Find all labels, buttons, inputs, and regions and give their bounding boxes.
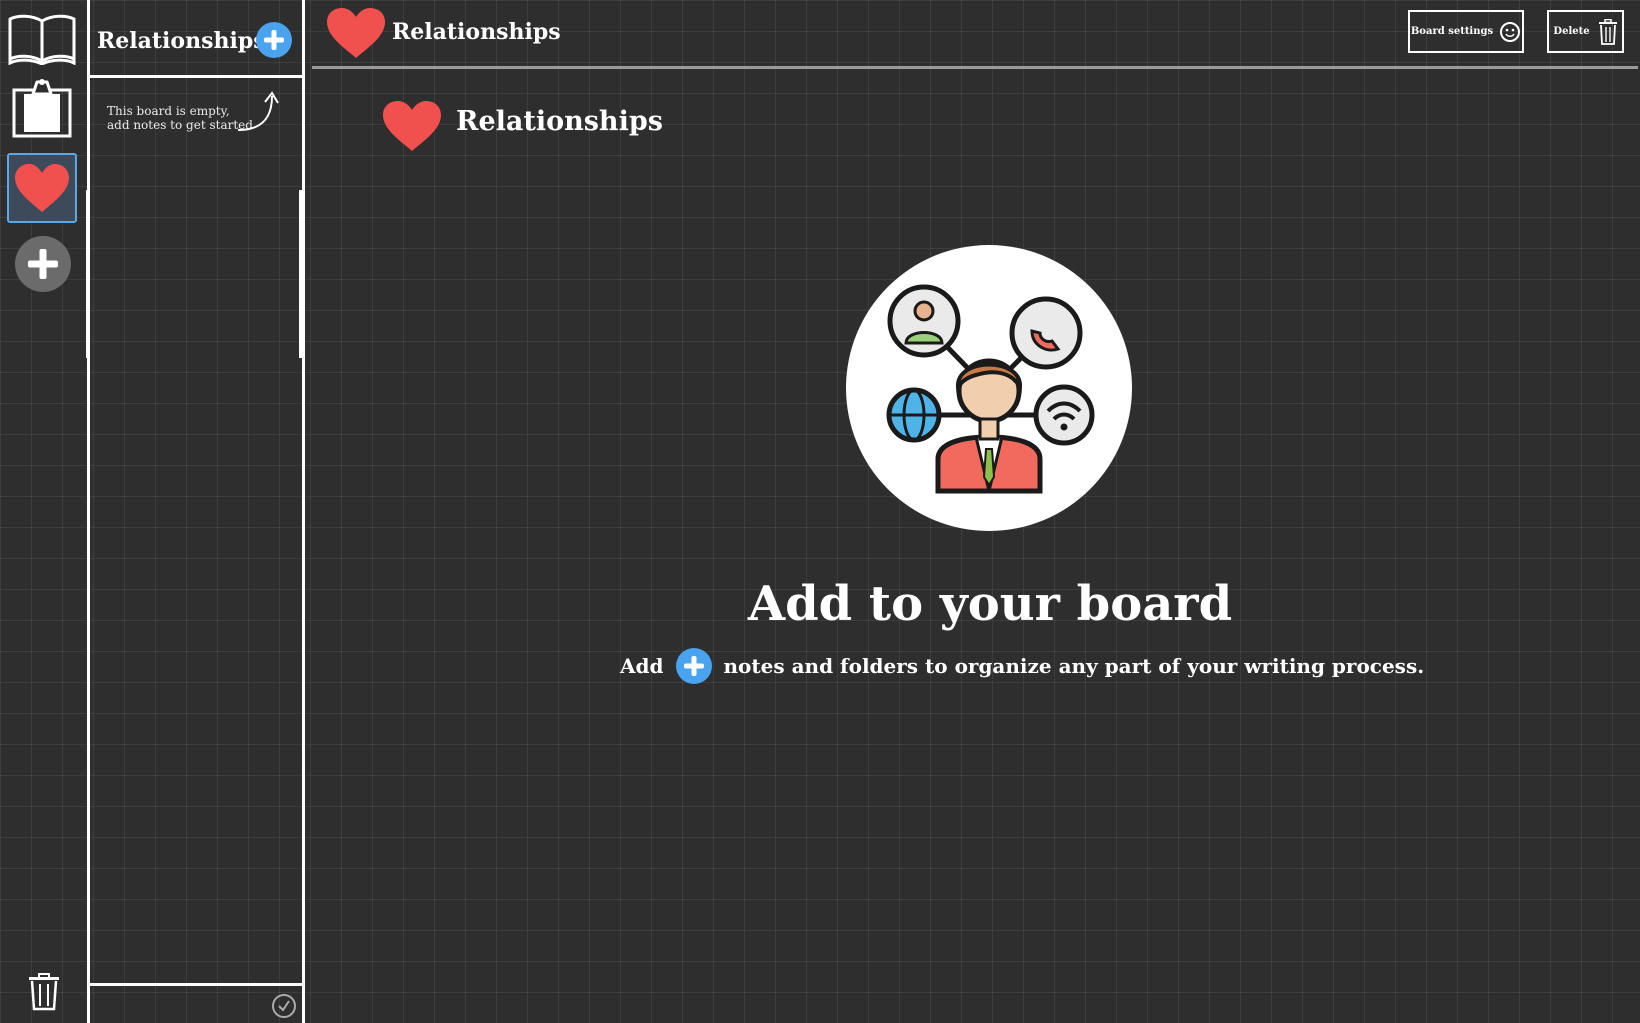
panel-footer-divider bbox=[90, 983, 302, 986]
header-title: Relationships bbox=[392, 19, 561, 45]
empty-state-subtitle: Add notes and folders to organize any pa… bbox=[620, 646, 1440, 686]
delete-board-button[interactable]: Delete bbox=[1547, 10, 1624, 53]
trash-icon bbox=[29, 973, 59, 1011]
board-button-relationships[interactable] bbox=[7, 153, 77, 223]
trash-icon bbox=[1598, 18, 1617, 45]
networking-illustration bbox=[846, 245, 1132, 531]
board-title[interactable]: Relationships bbox=[456, 106, 663, 137]
book-button[interactable] bbox=[6, 10, 78, 66]
clipboard-button[interactable] bbox=[10, 76, 74, 138]
inline-add-button[interactable] bbox=[675, 648, 712, 684]
panel-scrollbar-left[interactable] bbox=[86, 190, 89, 358]
plus-icon bbox=[264, 30, 284, 50]
heart-icon bbox=[327, 8, 385, 58]
panel-title: Relationships bbox=[97, 28, 266, 54]
clipboard-icon bbox=[12, 79, 72, 138]
smiley-icon bbox=[1500, 21, 1521, 42]
empty-state-sub-prefix: Add bbox=[620, 654, 664, 678]
board-settings-label: Board settings bbox=[1410, 26, 1494, 37]
board-settings-button[interactable]: Board settings bbox=[1408, 10, 1524, 53]
plus-icon bbox=[28, 249, 58, 279]
plus-icon bbox=[683, 656, 704, 676]
trash-button[interactable] bbox=[24, 972, 64, 1012]
header-divider bbox=[312, 66, 1638, 69]
book-icon bbox=[8, 14, 76, 65]
add-board-button[interactable] bbox=[15, 236, 71, 292]
delete-label: Delete bbox=[1553, 26, 1590, 37]
arrow-up-icon bbox=[237, 91, 279, 131]
heart-icon bbox=[15, 164, 69, 212]
empty-state-sub-suffix: notes and folders to organize any part o… bbox=[723, 654, 1425, 678]
check-circle-icon bbox=[272, 994, 296, 1018]
left-rail bbox=[0, 0, 86, 1023]
heart-icon bbox=[383, 101, 441, 151]
board-panel: Relationships This board is empty, add n… bbox=[86, 0, 305, 1023]
app-root: Relationships This board is empty, add n… bbox=[0, 0, 1640, 1023]
empty-state-title: Add to your board bbox=[747, 576, 1233, 632]
add-note-button[interactable] bbox=[256, 22, 292, 58]
panel-scrollbar-right[interactable] bbox=[299, 190, 302, 358]
panel-header: Relationships bbox=[90, 0, 302, 78]
check-button[interactable] bbox=[271, 993, 297, 1019]
person-network-icon bbox=[886, 284, 1095, 494]
